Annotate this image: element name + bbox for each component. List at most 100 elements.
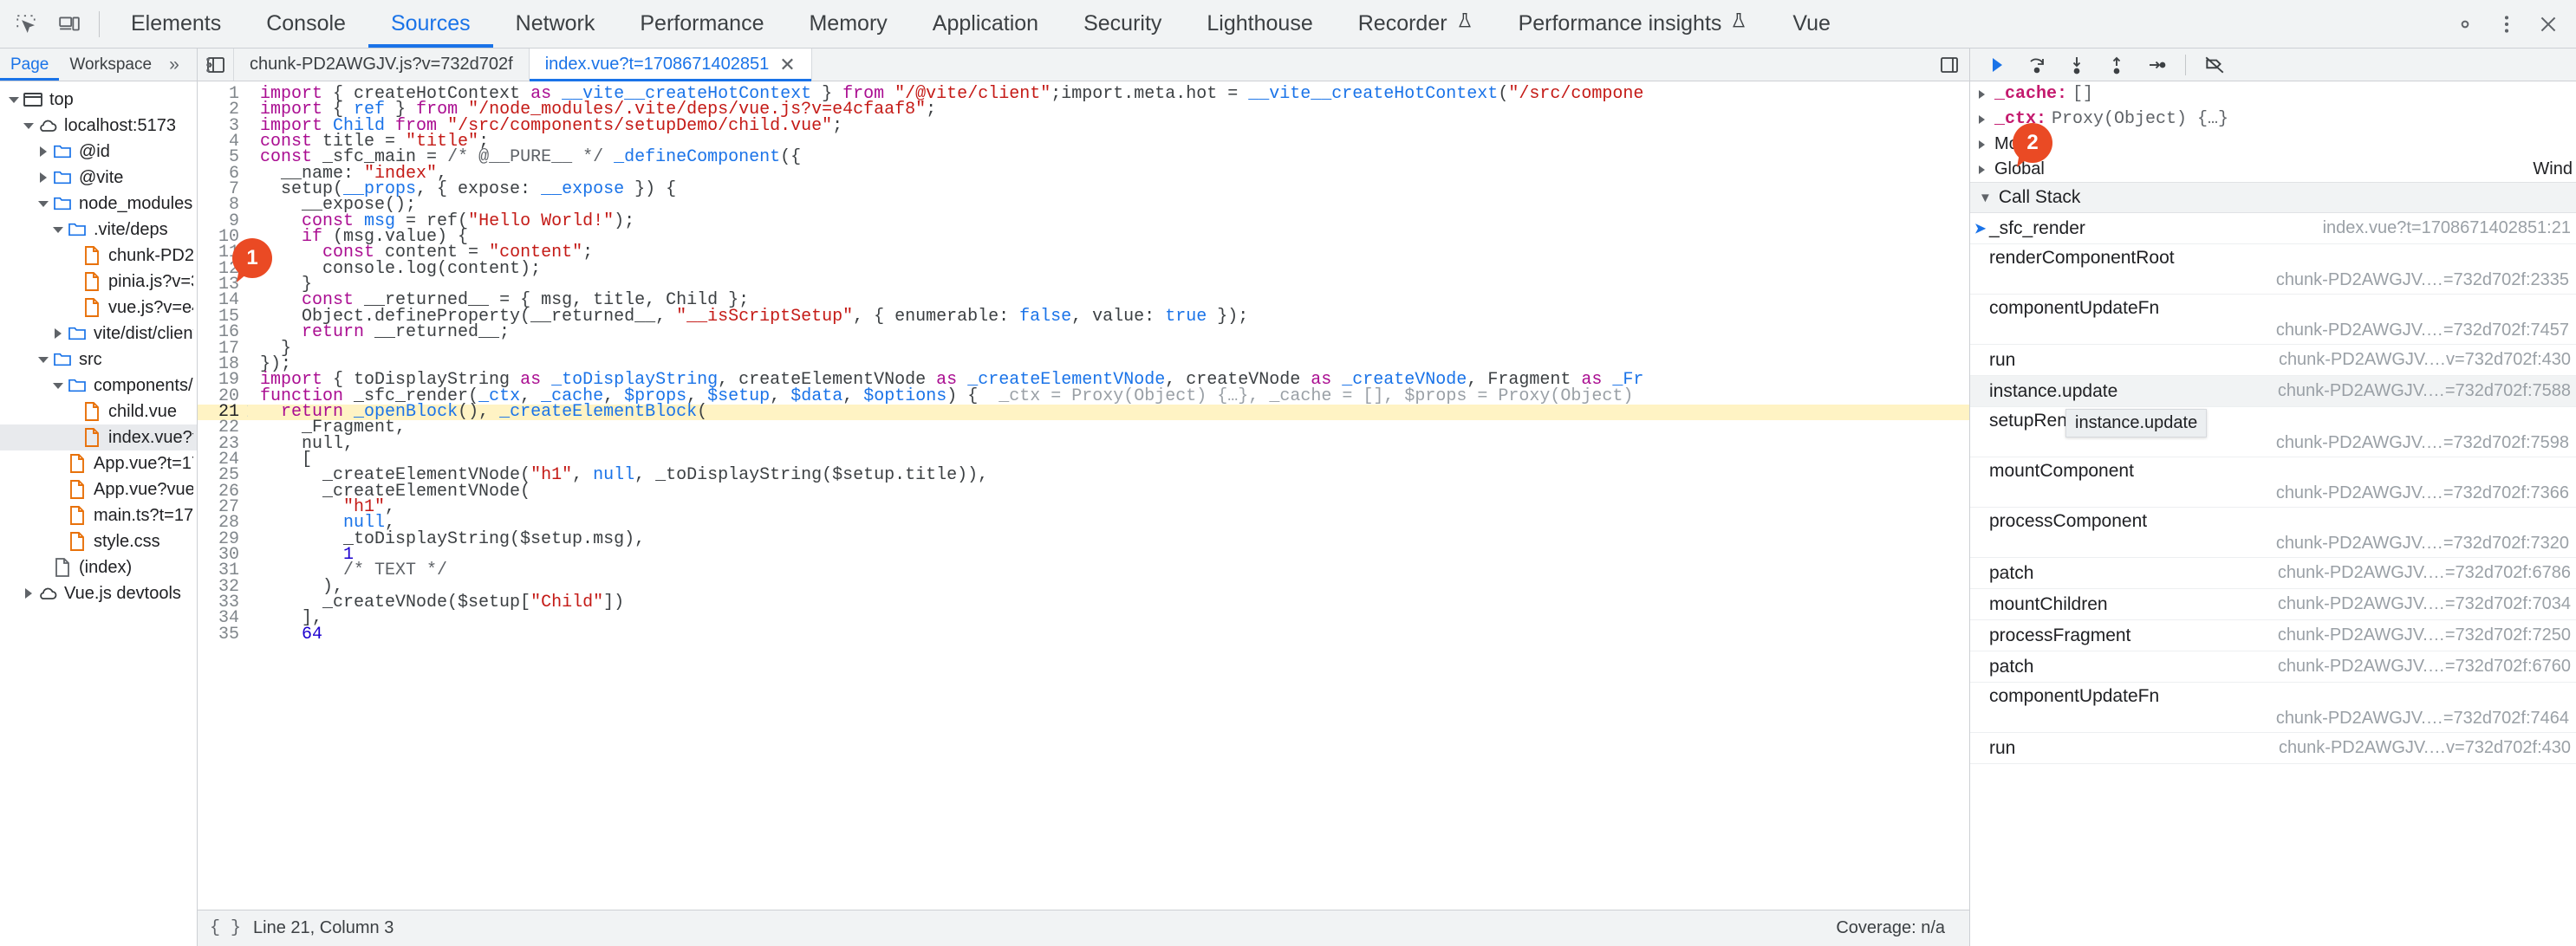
chevron-right-icon[interactable] bbox=[1979, 89, 1994, 99]
editor-tab-chunk[interactable]: chunk-PD2AWGJV.js?v=732d702f bbox=[234, 49, 530, 81]
tab-network[interactable]: Network bbox=[493, 0, 618, 48]
more-vertical-icon[interactable] bbox=[2488, 5, 2526, 43]
line-number[interactable]: 5 bbox=[198, 149, 248, 166]
chevron-down-icon[interactable] bbox=[35, 200, 52, 207]
call-stack-frame[interactable]: processFragment chunk-PD2AWGJV.…=732d702f… bbox=[1970, 620, 2576, 651]
call-stack-frame[interactable]: setupRenderEf chunk-PD2AWGJV.…=732d702f:7… bbox=[1970, 407, 2576, 457]
line-number[interactable]: 1 bbox=[198, 85, 248, 102]
chevron-down-icon[interactable] bbox=[35, 356, 52, 363]
code-line[interactable]: import Child from "/src/components/setup… bbox=[248, 117, 1969, 134]
chevron-down-icon[interactable] bbox=[49, 226, 67, 233]
tab-security[interactable]: Security bbox=[1061, 0, 1184, 48]
tree-item-chunk-pd2awgjv-js-v-7[interactable]: chunk-PD2AWGJV.js?v=7 bbox=[0, 243, 197, 269]
code-line[interactable]: /* TEXT */ bbox=[248, 562, 1969, 580]
tree-item-id[interactable]: @id bbox=[0, 139, 197, 165]
tree-item-index[interactable]: (index) bbox=[0, 554, 197, 580]
code-line[interactable]: console.log(content); bbox=[248, 260, 1969, 277]
line-number[interactable]: 6 bbox=[198, 165, 248, 182]
tab-lighthouse[interactable]: Lighthouse bbox=[1184, 0, 1335, 48]
tab-elements[interactable]: Elements bbox=[108, 0, 244, 48]
device-toolbar-icon[interactable] bbox=[50, 5, 88, 43]
show-debugger-sidebar-icon[interactable] bbox=[1929, 49, 1969, 81]
tree-item-localhost-5173[interactable]: localhost:5173 bbox=[0, 113, 197, 139]
tree-item-main-ts-t-1708671402851[interactable]: main.ts?t=1708671402851 bbox=[0, 502, 197, 528]
call-stack-frame[interactable]: patch chunk-PD2AWGJV.…=732d702f:6786 bbox=[1970, 558, 2576, 589]
call-stack-frame[interactable]: run chunk-PD2AWGJV.…v=732d702f:430 bbox=[1970, 733, 2576, 764]
tree-item-vite-dist-client[interactable]: vite/dist/client bbox=[0, 321, 197, 347]
code-line[interactable]: 1 bbox=[248, 546, 1969, 563]
call-stack-section-header[interactable]: ▼ Call Stack bbox=[1970, 182, 2576, 213]
call-stack-frame[interactable]: mountChildren chunk-PD2AWGJV.…=732d702f:7… bbox=[1970, 589, 2576, 620]
call-stack-frame[interactable]: patch chunk-PD2AWGJV.…=732d702f:6760 bbox=[1970, 651, 2576, 683]
gear-icon[interactable] bbox=[2446, 5, 2484, 43]
code-line[interactable]: _Fragment, bbox=[248, 419, 1969, 437]
step-button[interactable] bbox=[2138, 50, 2175, 80]
inspect-element-icon[interactable] bbox=[7, 5, 45, 43]
code-line[interactable]: const _sfc_main = /* @__PURE__ */ _defin… bbox=[248, 149, 1969, 166]
code-line[interactable]: _createElementVNode( bbox=[248, 483, 1969, 500]
tab-console[interactable]: Console bbox=[244, 0, 368, 48]
chevron-right-icon[interactable] bbox=[35, 172, 52, 183]
line-number[interactable]: 2 bbox=[198, 101, 248, 119]
code-content[interactable]: import { createHotContext as __vite__cre… bbox=[248, 81, 1969, 910]
tree-item-vue-js-devtools[interactable]: Vue.js devtools bbox=[0, 580, 197, 606]
tree-item-child-vue[interactable]: child.vue bbox=[0, 398, 197, 424]
code-line[interactable]: return _openBlock(), _createElementBlock… bbox=[248, 403, 1969, 420]
tab-recorder[interactable]: Recorder bbox=[1336, 0, 1496, 48]
line-number[interactable]: 35 bbox=[198, 625, 248, 643]
tree-item-index-vue-t-1708671402[interactable]: index.vue?t=1708671402 bbox=[0, 424, 197, 450]
chevron-right-icon[interactable] bbox=[49, 328, 67, 339]
tree-item-vite[interactable]: @vite bbox=[0, 165, 197, 191]
tree-item-top[interactable]: top bbox=[0, 87, 197, 113]
tab-vue[interactable]: Vue bbox=[1770, 0, 1853, 48]
chevron-right-icon[interactable] bbox=[1979, 165, 1994, 174]
editor-tab-close-icon[interactable]: ✕ bbox=[779, 55, 795, 75]
call-stack-frame[interactable]: componentUpdateFn chunk-PD2AWGJV.…=732d70… bbox=[1970, 295, 2576, 345]
tree-item-vue-js-v-e4cfaaf8[interactable]: vue.js?v=e4cfaaf8 bbox=[0, 295, 197, 321]
call-stack-frame[interactable]: ➤ _sfc_render index.vue?t=1708671402851:21 bbox=[1970, 213, 2576, 244]
call-stack-frame[interactable]: renderComponentRoot chunk-PD2AWGJV.…=732d… bbox=[1970, 244, 2576, 295]
resume-button[interactable] bbox=[1979, 50, 2015, 80]
code-line[interactable]: } bbox=[248, 340, 1969, 357]
close-icon[interactable] bbox=[2529, 5, 2567, 43]
scope-group-module[interactable]: Module bbox=[1970, 132, 2576, 157]
scope-property-ctx[interactable]: _ctx: Proxy(Object) {…} bbox=[1970, 107, 2576, 132]
navigator-more-tabs-icon[interactable]: » bbox=[162, 49, 186, 81]
chevron-down-icon[interactable] bbox=[20, 122, 37, 129]
chevron-down-icon[interactable] bbox=[49, 382, 67, 389]
tree-item-components-setupdemo[interactable]: components/setupDemo bbox=[0, 373, 197, 398]
tab-application[interactable]: Application bbox=[910, 0, 1061, 48]
chevron-right-icon[interactable] bbox=[1979, 114, 1994, 124]
code-line[interactable]: "h1", bbox=[248, 498, 1969, 515]
chevron-right-icon[interactable] bbox=[1979, 139, 1994, 149]
tree-item-src[interactable]: src bbox=[0, 347, 197, 373]
chevron-down-icon[interactable] bbox=[5, 96, 23, 103]
scope-group-global[interactable]: Global Wind bbox=[1970, 157, 2576, 182]
curly-braces-icon[interactable]: { } bbox=[210, 918, 241, 938]
chevron-right-icon[interactable] bbox=[20, 588, 37, 599]
tree-item-node-modules[interactable]: node_modules bbox=[0, 191, 197, 217]
tree-item-app-vue-t-1708671402851[interactable]: App.vue?t=1708671402851 bbox=[0, 450, 197, 476]
tab-sources[interactable]: Sources bbox=[368, 0, 493, 48]
line-number[interactable]: 8 bbox=[198, 197, 248, 214]
line-number[interactable]: 7 bbox=[198, 180, 248, 198]
navigator-tab-workspace[interactable]: Workspace bbox=[59, 49, 162, 81]
tree-item-app-vue-vue-type-style-i[interactable]: App.vue?vue&type=style&i bbox=[0, 476, 197, 502]
step-into-button[interactable] bbox=[2059, 50, 2095, 80]
deactivate-breakpoints-icon[interactable] bbox=[2196, 50, 2233, 80]
chevron-right-icon[interactable] bbox=[35, 146, 52, 157]
call-stack-frame[interactable]: mountComponent chunk-PD2AWGJV.…=732d702f:… bbox=[1970, 457, 2576, 508]
code-line[interactable]: setup(__props, { expose: __expose }) { bbox=[248, 181, 1969, 198]
code-line[interactable]: ], bbox=[248, 610, 1969, 627]
tree-item-vite-deps[interactable]: .vite/deps bbox=[0, 217, 197, 243]
tab-performance[interactable]: Performance bbox=[617, 0, 786, 48]
call-stack-frame[interactable]: run chunk-PD2AWGJV.…v=732d702f:430 bbox=[1970, 345, 2576, 376]
tree-item-pinia-js-v-307e5f41[interactable]: pinia.js?v=307e5f41 bbox=[0, 269, 197, 295]
call-stack-frame[interactable]: componentUpdateFn chunk-PD2AWGJV.…=732d70… bbox=[1970, 683, 2576, 733]
tab-memory[interactable]: Memory bbox=[786, 0, 909, 48]
step-out-button[interactable] bbox=[2098, 50, 2135, 80]
code-view[interactable]: 123456789101112131415161718192021❯222324… bbox=[198, 81, 1969, 910]
code-line[interactable]: _toDisplayString($setup.msg), bbox=[248, 530, 1969, 548]
editor-tab-index-vue[interactable]: index.vue?t=1708671402851 ✕ bbox=[529, 49, 812, 81]
navigator-options-icon[interactable] bbox=[186, 49, 230, 81]
